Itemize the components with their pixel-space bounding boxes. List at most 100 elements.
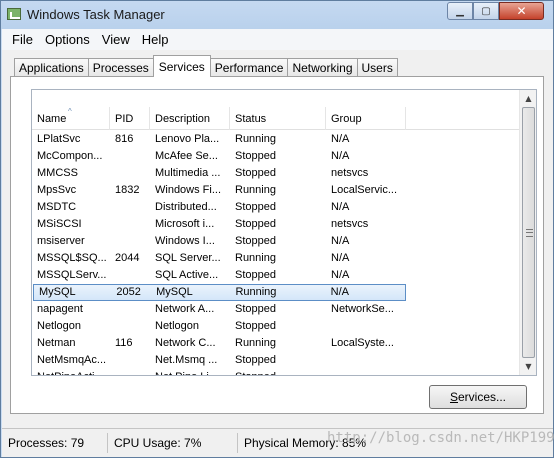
- column-header-description[interactable]: Description: [150, 107, 230, 130]
- cell-pid: [110, 199, 150, 216]
- menu-options[interactable]: Options: [39, 32, 96, 47]
- table-row[interactable]: MSDTC Distributed... Stopped N/A: [32, 199, 520, 216]
- table-row[interactable]: MpsSvc 1832 Windows Fi... Running LocalServi…: [32, 182, 520, 199]
- cell-name: McCompon...: [37, 150, 103, 162]
- cell-group: N/A: [331, 133, 350, 145]
- cell-pid: [110, 148, 150, 165]
- scroll-down-arrow-icon[interactable]: ▼: [520, 358, 536, 375]
- cell-group: N/A: [331, 269, 350, 281]
- cell-group: N/A: [331, 201, 350, 213]
- services-button-accelerator: S: [449, 390, 458, 404]
- column-header-group[interactable]: Group: [326, 107, 406, 130]
- cell-description: SQL Server...: [155, 252, 221, 264]
- scroll-up-arrow-icon[interactable]: ▲: [520, 90, 536, 107]
- tab-processes[interactable]: Processes: [87, 58, 154, 77]
- table-row[interactable]: MSSQL$SQ... 2044 SQL Server... Running N/A: [32, 250, 520, 267]
- table-row[interactable]: msiserver Windows I... Stopped N/A: [32, 233, 520, 250]
- scroll-thumb[interactable]: [522, 107, 535, 358]
- tab-networking[interactable]: Networking: [287, 58, 358, 77]
- cell-name: Netlogon: [37, 320, 82, 332]
- cell-group: NetworkSe...: [331, 303, 394, 315]
- cell-name: LPlatSvc: [37, 133, 81, 145]
- services-button[interactable]: Services...: [429, 385, 527, 409]
- cell-pid: 2052: [116, 286, 141, 298]
- cell-name: MSDTC: [37, 201, 77, 213]
- tab-strip: Applications Processes Services Performa…: [14, 55, 398, 77]
- cell-group: [326, 369, 406, 375]
- cell-pid: 2044: [115, 252, 140, 264]
- services-list[interactable]: ^ Name PID Description Status Group LPla…: [31, 89, 537, 376]
- tab-services[interactable]: Services: [152, 55, 211, 77]
- cell-group: [326, 318, 406, 335]
- status-processes: Processes: 79: [2, 433, 108, 453]
- cell-status: Stopped: [235, 201, 276, 213]
- column-header-filler: [406, 107, 520, 130]
- cell-description: SQL Active...: [155, 269, 219, 281]
- cell-status: Running: [235, 337, 276, 349]
- title-bar[interactable]: Windows Task Manager ▁ ▢ ✕: [1, 1, 553, 29]
- cell-status: Stopped: [230, 369, 326, 375]
- table-row[interactable]: McCompon... McAfee Se... Stopped N/A: [32, 148, 520, 165]
- cell-description: Network C...: [155, 337, 216, 349]
- tab-applications[interactable]: Applications: [14, 58, 89, 77]
- sort-ascending-icon: ^: [68, 107, 72, 116]
- cell-pid: [110, 267, 150, 284]
- column-header-status[interactable]: Status: [230, 107, 326, 130]
- cell-name: MpsSvc: [37, 184, 77, 196]
- cell-group: netsvcs: [331, 218, 369, 230]
- cell-name: napagent: [37, 303, 83, 315]
- cell-group: N/A: [331, 252, 350, 264]
- cell-description: Net.Pipe Li...: [150, 369, 230, 375]
- table-row[interactable]: LPlatSvc 816 Lenovo Pla... Running N/A: [32, 131, 520, 148]
- table-row-selected[interactable]: MySQL 2052 MySQL Running N/A: [33, 284, 406, 301]
- vertical-scrollbar[interactable]: ▲ ▼: [519, 90, 536, 375]
- minimize-button[interactable]: ▁: [447, 2, 473, 20]
- column-header-name[interactable]: ^ Name: [32, 107, 110, 130]
- cell-name: msiserver: [37, 235, 85, 247]
- cell-name: Netman: [37, 337, 76, 349]
- cell-pid: [110, 352, 150, 369]
- task-manager-icon: [7, 8, 21, 20]
- cell-status: Running: [235, 252, 276, 264]
- cell-name: MSiSCSI: [37, 218, 82, 230]
- menu-view[interactable]: View: [96, 32, 136, 47]
- cell-pid: [110, 369, 150, 375]
- table-row[interactable]: MSiSCSI Microsoft i... Stopped netsvcs: [32, 216, 520, 233]
- cell-pid: 816: [115, 133, 134, 145]
- cell-status: Running: [235, 133, 276, 145]
- window-title: Windows Task Manager: [27, 7, 165, 22]
- table-row[interactable]: MSSQLServ... SQL Active... Stopped N/A: [32, 267, 520, 284]
- table-row[interactable]: Netman 116 Network C... Running LocalSyste..…: [32, 335, 520, 352]
- cell-status: Stopped: [235, 235, 276, 247]
- table-row[interactable]: MMCSS Multimedia ... Stopped netsvcs: [32, 165, 520, 182]
- cell-group: [326, 352, 406, 369]
- table-row[interactable]: napagent Network A... Stopped NetworkSe...: [32, 301, 520, 318]
- close-button[interactable]: ✕: [499, 2, 544, 20]
- cell-pid: [110, 233, 150, 250]
- menu-file[interactable]: File: [2, 32, 39, 47]
- cell-status: Stopped: [235, 218, 276, 230]
- cell-description: Net.Msmq ...: [155, 354, 218, 366]
- menu-help[interactable]: Help: [136, 32, 175, 47]
- table-row[interactable]: NetPipeActi... Net.Pipe Li...Stopped: [32, 369, 520, 375]
- cell-group: N/A: [331, 150, 350, 162]
- cell-group: netsvcs: [331, 167, 369, 179]
- tab-performance[interactable]: Performance: [209, 58, 289, 77]
- menu-bar: File Options View Help: [2, 29, 553, 50]
- list-header: ^ Name PID Description Status Group: [32, 107, 520, 130]
- column-header-pid[interactable]: PID: [110, 107, 150, 130]
- cell-status: Stopped: [235, 269, 276, 281]
- cell-name: MMCSS: [37, 167, 78, 179]
- tab-users[interactable]: Users: [356, 58, 398, 77]
- cell-pid: 116: [115, 337, 133, 349]
- maximize-button[interactable]: ▢: [473, 2, 499, 20]
- cell-status: Stopped: [235, 167, 276, 179]
- task-manager-window: Windows Task Manager ▁ ▢ ✕ File Options …: [0, 0, 554, 458]
- status-cpu-usage: CPU Usage: 7%: [108, 433, 238, 453]
- services-button-label: ervices...: [458, 390, 507, 404]
- table-row[interactable]: Netlogon Netlogon Stopped: [32, 318, 520, 335]
- cell-description: Multimedia ...: [155, 167, 221, 179]
- cell-description: Netlogon: [155, 320, 200, 332]
- cell-name: MSSQLServ...: [37, 269, 107, 281]
- table-row[interactable]: NetMsmqAc... Net.Msmq ... Stopped: [32, 352, 520, 369]
